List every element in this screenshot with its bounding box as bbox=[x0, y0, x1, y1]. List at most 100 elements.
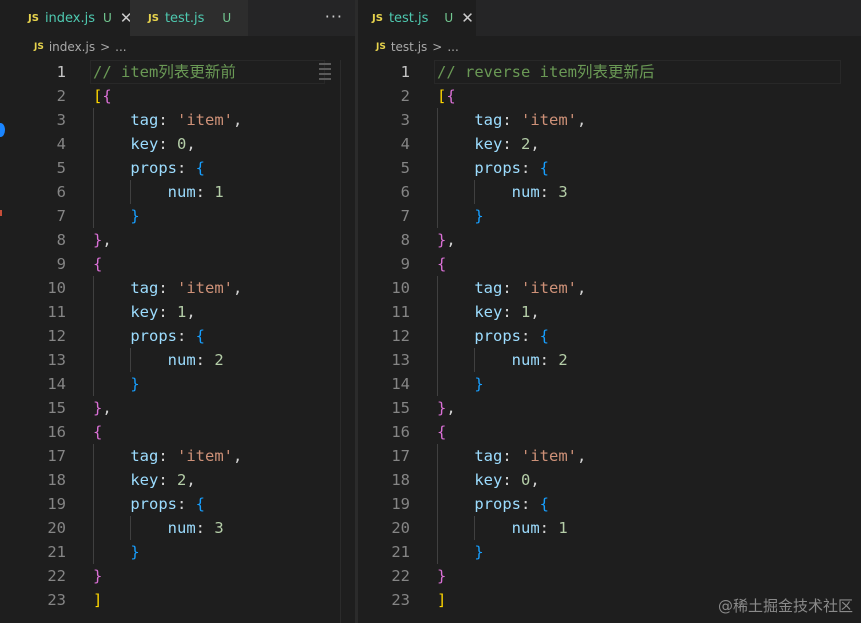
code-line[interactable]: 19 props: { bbox=[358, 492, 861, 516]
code-token: num bbox=[167, 519, 196, 537]
code-line[interactable]: 5 props: { bbox=[358, 156, 861, 180]
code-line[interactable]: 22} bbox=[358, 564, 861, 588]
code-line[interactable]: 17 tag: 'item', bbox=[358, 444, 861, 468]
breadcrumb-file[interactable]: index.js bbox=[49, 40, 95, 54]
code-line[interactable]: 22} bbox=[0, 564, 355, 588]
code-token: , bbox=[530, 135, 540, 153]
code-line[interactable]: 13 num: 2 bbox=[0, 348, 355, 372]
code-line[interactable]: 13 num: 2 bbox=[358, 348, 861, 372]
line-text: // reverse item列表更新后 bbox=[437, 60, 654, 84]
code-token: : bbox=[539, 183, 559, 201]
breadcrumb-symbols[interactable]: ... bbox=[447, 40, 458, 54]
code-token: tag bbox=[130, 111, 159, 129]
line-number: 21 bbox=[47, 543, 66, 561]
line-number: 11 bbox=[47, 303, 66, 321]
code-line[interactable]: 16 { bbox=[358, 420, 861, 444]
code-token: tag bbox=[474, 111, 503, 129]
code-token: : bbox=[502, 471, 521, 489]
js-file-icon: JS bbox=[372, 12, 383, 24]
code-line[interactable]: 2 [{ bbox=[0, 84, 355, 108]
code-line[interactable]: 21 } bbox=[0, 540, 355, 564]
code-line[interactable]: 14 } bbox=[0, 372, 355, 396]
code-line[interactable]: 23] bbox=[0, 588, 355, 612]
code-line[interactable]: 2 [{ bbox=[358, 84, 861, 108]
breadcrumb-file[interactable]: test.js bbox=[391, 40, 427, 54]
code-token: , bbox=[186, 303, 196, 321]
code-line[interactable]: 3 tag: 'item', bbox=[0, 108, 355, 132]
code-editor-left[interactable]: 1// item列表更新前 2[{3 tag: 'item', 4 key: 0, 5… bbox=[0, 60, 355, 612]
code-token: [ bbox=[437, 87, 447, 105]
code-line[interactable]: 15}, bbox=[0, 396, 355, 420]
line-number: 15 bbox=[391, 399, 410, 417]
code-line[interactable]: 12 props: { bbox=[358, 324, 861, 348]
breadcrumb-symbols[interactable]: ... bbox=[115, 40, 126, 54]
line-number: 19 bbox=[47, 495, 66, 513]
close-icon[interactable]: ✕ bbox=[461, 9, 474, 27]
code-line[interactable]: 9{ bbox=[0, 252, 355, 276]
code-line[interactable]: 8}, bbox=[358, 228, 861, 252]
code-line[interactable]: 1 // reverse item列表更新后 bbox=[358, 60, 861, 84]
code-line[interactable]: 11 key: 1, bbox=[0, 300, 355, 324]
line-text: props: { bbox=[93, 492, 205, 516]
code-line[interactable]: 5 props: { bbox=[0, 156, 355, 180]
tab-test-js[interactable]: JS test.js U bbox=[130, 0, 248, 36]
code-token: } bbox=[437, 399, 447, 417]
line-number: 4 bbox=[56, 135, 66, 153]
line-text: props: { bbox=[93, 156, 205, 180]
code-line[interactable]: 4 key: 2, bbox=[358, 132, 861, 156]
line-text: tag: 'item', bbox=[437, 444, 586, 468]
code-line[interactable]: 7 } bbox=[0, 204, 355, 228]
code-line[interactable]: 20 num: 1 bbox=[358, 516, 861, 540]
line-number: 7 bbox=[56, 207, 66, 225]
code-line[interactable]: 16 { bbox=[0, 420, 355, 444]
tab-label: test.js bbox=[388, 10, 429, 26]
code-line[interactable]: 3 tag: 'item', bbox=[358, 108, 861, 132]
line-number: 12 bbox=[47, 327, 66, 345]
code-token: : bbox=[502, 111, 521, 129]
code-token: 'item' bbox=[521, 111, 577, 129]
line-text: // item列表更新前 bbox=[93, 60, 236, 84]
code-line[interactable]: 10 tag: 'item', bbox=[358, 276, 861, 300]
code-line[interactable]: 20 num: 3 bbox=[0, 516, 355, 540]
code-line[interactable]: 10 tag: 'item', bbox=[0, 276, 355, 300]
code-token: , bbox=[577, 447, 587, 465]
code-token: 0 bbox=[521, 471, 531, 489]
code-line[interactable]: 21 } bbox=[358, 540, 861, 564]
code-line[interactable]: 17 tag: 'item', bbox=[0, 444, 355, 468]
code-line[interactable]: 6 num: 1 bbox=[0, 180, 355, 204]
tab-test-js[interactable]: JS test.js U ✕ bbox=[358, 0, 476, 36]
code-line[interactable]: 12 props: { bbox=[0, 324, 355, 348]
code-token: } bbox=[474, 543, 484, 561]
code-line[interactable]: 11 key: 1, bbox=[358, 300, 861, 324]
tab-index-js[interactable]: JS index.js U ✕ bbox=[0, 0, 132, 36]
code-line[interactable]: 4 key: 0, bbox=[0, 132, 355, 156]
code-line[interactable]: 14 } bbox=[358, 372, 861, 396]
minimap[interactable] bbox=[319, 60, 335, 104]
scrollbar[interactable] bbox=[340, 60, 355, 623]
line-number: 15 bbox=[47, 399, 66, 417]
code-editor-right[interactable]: 1// reverse item列表更新后 2[{3 tag: 'item', 4 … bbox=[358, 60, 861, 612]
code-line[interactable]: 18 key: 0, bbox=[358, 468, 861, 492]
editor-pane-right: JS test.js U ✕ JS test.js > ... 1 // reve… bbox=[358, 0, 861, 623]
line-text: num: 2 bbox=[93, 348, 224, 372]
code-line[interactable]: 1 // item列表更新前 bbox=[0, 60, 355, 84]
code-line[interactable]: 9{ bbox=[358, 252, 861, 276]
code-line[interactable]: 18 key: 2, bbox=[0, 468, 355, 492]
line-text: num: 2 bbox=[437, 348, 568, 372]
code-token: : bbox=[539, 519, 559, 537]
code-line[interactable]: 19 props: { bbox=[0, 492, 355, 516]
code-line[interactable]: 7 } bbox=[358, 204, 861, 228]
code-line[interactable]: 6 num: 3 bbox=[358, 180, 861, 204]
code-line[interactable]: 8}, bbox=[0, 228, 355, 252]
code-token: key bbox=[130, 303, 159, 321]
code-token: : bbox=[177, 495, 196, 513]
line-text: num: 1 bbox=[93, 180, 224, 204]
more-actions-icon[interactable]: ··· bbox=[325, 7, 343, 26]
code-line[interactable]: 15}, bbox=[358, 396, 861, 420]
code-token: : bbox=[158, 135, 177, 153]
line-number: 8 bbox=[400, 231, 410, 249]
